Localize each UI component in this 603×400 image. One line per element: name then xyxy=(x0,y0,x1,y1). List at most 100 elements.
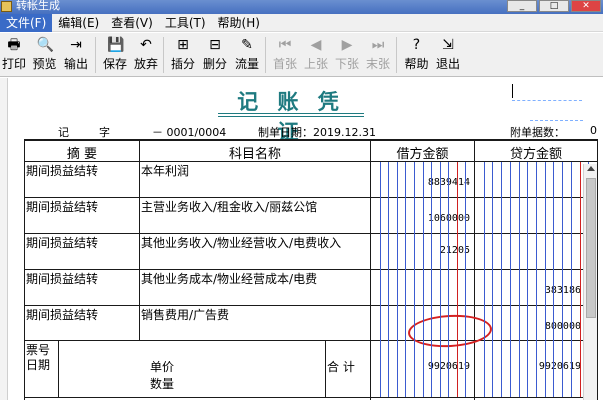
digit-grid-line xyxy=(440,162,441,397)
row-2-debit[interactable]: 1060000 xyxy=(371,213,470,224)
text-cursor xyxy=(512,84,513,98)
debit-total: 9920619 xyxy=(371,361,470,372)
toolbar-label: 首张 xyxy=(272,57,297,71)
menu-bar: 文件(F) 编辑(E) 查看(V) 工具(T) 帮助(H) xyxy=(0,13,603,32)
toolbar-button-cashflow[interactable]: ✎ 流量 xyxy=(232,35,262,75)
digit-grid-line xyxy=(510,162,511,397)
toolbar-button-delete-entry[interactable]: ⊟ 删分 xyxy=(199,35,231,75)
toolbar-label: 退出 xyxy=(435,57,460,71)
row-4-summary[interactable]: 期间损益结转 xyxy=(26,272,98,286)
menu-view[interactable]: 查看(V) xyxy=(105,14,159,32)
highlight-circle xyxy=(407,312,493,350)
toolbar-button-insert-entry[interactable]: ⊞ 插分 xyxy=(168,35,198,75)
menu-help[interactable]: 帮助(H) xyxy=(212,14,266,32)
row-5-summary[interactable]: 期间损益结转 xyxy=(26,308,98,322)
toolbar-label: 帮助 xyxy=(404,57,429,71)
maximize-button[interactable]: □ xyxy=(539,0,569,12)
row-1-summary[interactable]: 期间损益结转 xyxy=(26,164,98,178)
attachment-input-guide[interactable] xyxy=(512,100,582,101)
cashflow-icon: ✎ xyxy=(241,37,253,53)
title-underline xyxy=(218,113,364,114)
ticket-label: 票号 xyxy=(26,343,51,357)
toolbar-separator xyxy=(163,37,164,73)
toolbar-button-export[interactable]: ⇥ 输出 xyxy=(62,35,90,75)
voucher-type-label: 记 xyxy=(58,126,69,139)
window-title: 转帐生成 xyxy=(16,0,60,12)
toolbar-button-help[interactable]: ? 帮助 xyxy=(401,35,432,75)
voucher-type-char[interactable]: 字 xyxy=(99,124,110,140)
help-icon: ? xyxy=(412,37,421,53)
toolbar-label: 输出 xyxy=(63,57,88,71)
header-account: 科目名称 xyxy=(228,147,281,162)
date-label: 日期 xyxy=(26,358,51,372)
title-bar: 转帐生成 _ □ ✕ xyxy=(0,0,603,14)
toolbar-button-save[interactable]: 💾 保存 xyxy=(100,35,130,75)
delete-entry-icon: ⊟ xyxy=(209,37,221,53)
export-icon: ⇥ xyxy=(70,37,82,53)
toolbar-separator xyxy=(95,37,96,73)
row-2-summary[interactable]: 期间损益结转 xyxy=(26,200,98,214)
digit-grid-line xyxy=(545,162,546,397)
toolbar-button-prev[interactable]: ◀ 上张 xyxy=(301,35,331,75)
voucher-number[interactable]: － 0001/0004 xyxy=(152,124,226,140)
row-5-account[interactable]: 销售费用/广告费 xyxy=(141,308,229,322)
attachment-input-guide-2 xyxy=(530,120,583,121)
toolbar-label: 放弃 xyxy=(133,57,158,71)
digit-grid-line xyxy=(423,162,424,397)
row-4-credit[interactable]: 383186 xyxy=(475,285,581,296)
digit-grid-line xyxy=(465,162,466,397)
attachments-value[interactable]: 0 xyxy=(590,124,597,137)
toolbar-button-next[interactable]: ▶ 下张 xyxy=(332,35,362,75)
close-button[interactable]: ✕ xyxy=(571,0,601,12)
toolbar-button-print[interactable]: 🖶 打印 xyxy=(0,35,28,75)
row-1-debit[interactable]: 8839414 xyxy=(371,177,470,188)
total-label: 合 计 xyxy=(327,360,355,374)
toolbar-label: 预览 xyxy=(32,57,57,71)
voucher-table: 摘 要 科目名称 借方金额 贷方金额 期间损益结转 本年利润 8839414 期… xyxy=(24,139,598,400)
menu-edit[interactable]: 编辑(E) xyxy=(52,14,105,32)
row-3-debit[interactable]: 21205 xyxy=(371,245,470,256)
digit-grid-line xyxy=(492,162,493,397)
digit-grid-line xyxy=(562,162,563,397)
digit-grid-line xyxy=(397,162,398,397)
row-1-account[interactable]: 本年利润 xyxy=(141,164,189,178)
scroll-thumb[interactable] xyxy=(586,178,596,318)
scroll-up-icon[interactable] xyxy=(587,166,595,171)
toolbar-button-undo[interactable]: ↶ 放弃 xyxy=(131,35,161,75)
next-icon: ▶ xyxy=(341,37,353,53)
toolbar-label: 打印 xyxy=(1,57,26,71)
attachments-label: 附单据数： xyxy=(510,126,565,139)
digit-grid-line xyxy=(536,162,537,397)
toolbar-button-preview[interactable]: 🔍 预览 xyxy=(29,35,60,75)
vertical-scrollbar[interactable] xyxy=(583,164,597,400)
toolbar-separator xyxy=(265,37,266,73)
header-credit: 贷方金额 xyxy=(509,147,562,162)
digit-grid-line xyxy=(405,162,406,397)
toolbar-button-exit[interactable]: ⇲ 退出 xyxy=(433,35,463,75)
header-summary: 摘 要 xyxy=(66,147,98,162)
digit-grid-line xyxy=(414,162,415,397)
prev-icon: ◀ xyxy=(310,37,322,53)
toolbar-separator xyxy=(396,37,397,73)
toolbar-label: 上张 xyxy=(303,57,328,71)
toolbar-label: 末张 xyxy=(365,57,390,71)
toolbar-button-first[interactable]: ⏮ 首张 xyxy=(270,35,300,75)
first-icon: ⏮ xyxy=(278,37,292,53)
row-4-account[interactable]: 其他业务成本/物业经营成本/电费 xyxy=(141,272,317,286)
row-2-account[interactable]: 主营业务收入/租金收入/丽兹公馆 xyxy=(141,200,317,214)
insert-entry-icon: ⊞ xyxy=(177,37,189,53)
voucher-date[interactable]: 制单日期：2019.12.31 xyxy=(258,124,376,140)
last-icon: ⏭ xyxy=(371,37,385,53)
row-3-summary[interactable]: 期间损益结转 xyxy=(26,236,98,250)
toolbar-label: 流量 xyxy=(234,57,259,71)
menu-file[interactable]: 文件(F) xyxy=(0,13,53,32)
digit-grid-line xyxy=(519,162,520,397)
toolbar-button-last[interactable]: ⏭ 末张 xyxy=(363,35,393,75)
menu-tools[interactable]: 工具(T) xyxy=(159,14,212,32)
digit-grid-line xyxy=(571,162,572,397)
print-icon: 🖶 xyxy=(7,37,21,53)
digit-grid-line xyxy=(388,162,389,397)
digit-grid-line xyxy=(448,162,449,397)
minimize-button[interactable]: _ xyxy=(507,0,537,12)
row-3-account[interactable]: 其他业务收入/物业经营收入/电费收入 xyxy=(141,236,341,250)
